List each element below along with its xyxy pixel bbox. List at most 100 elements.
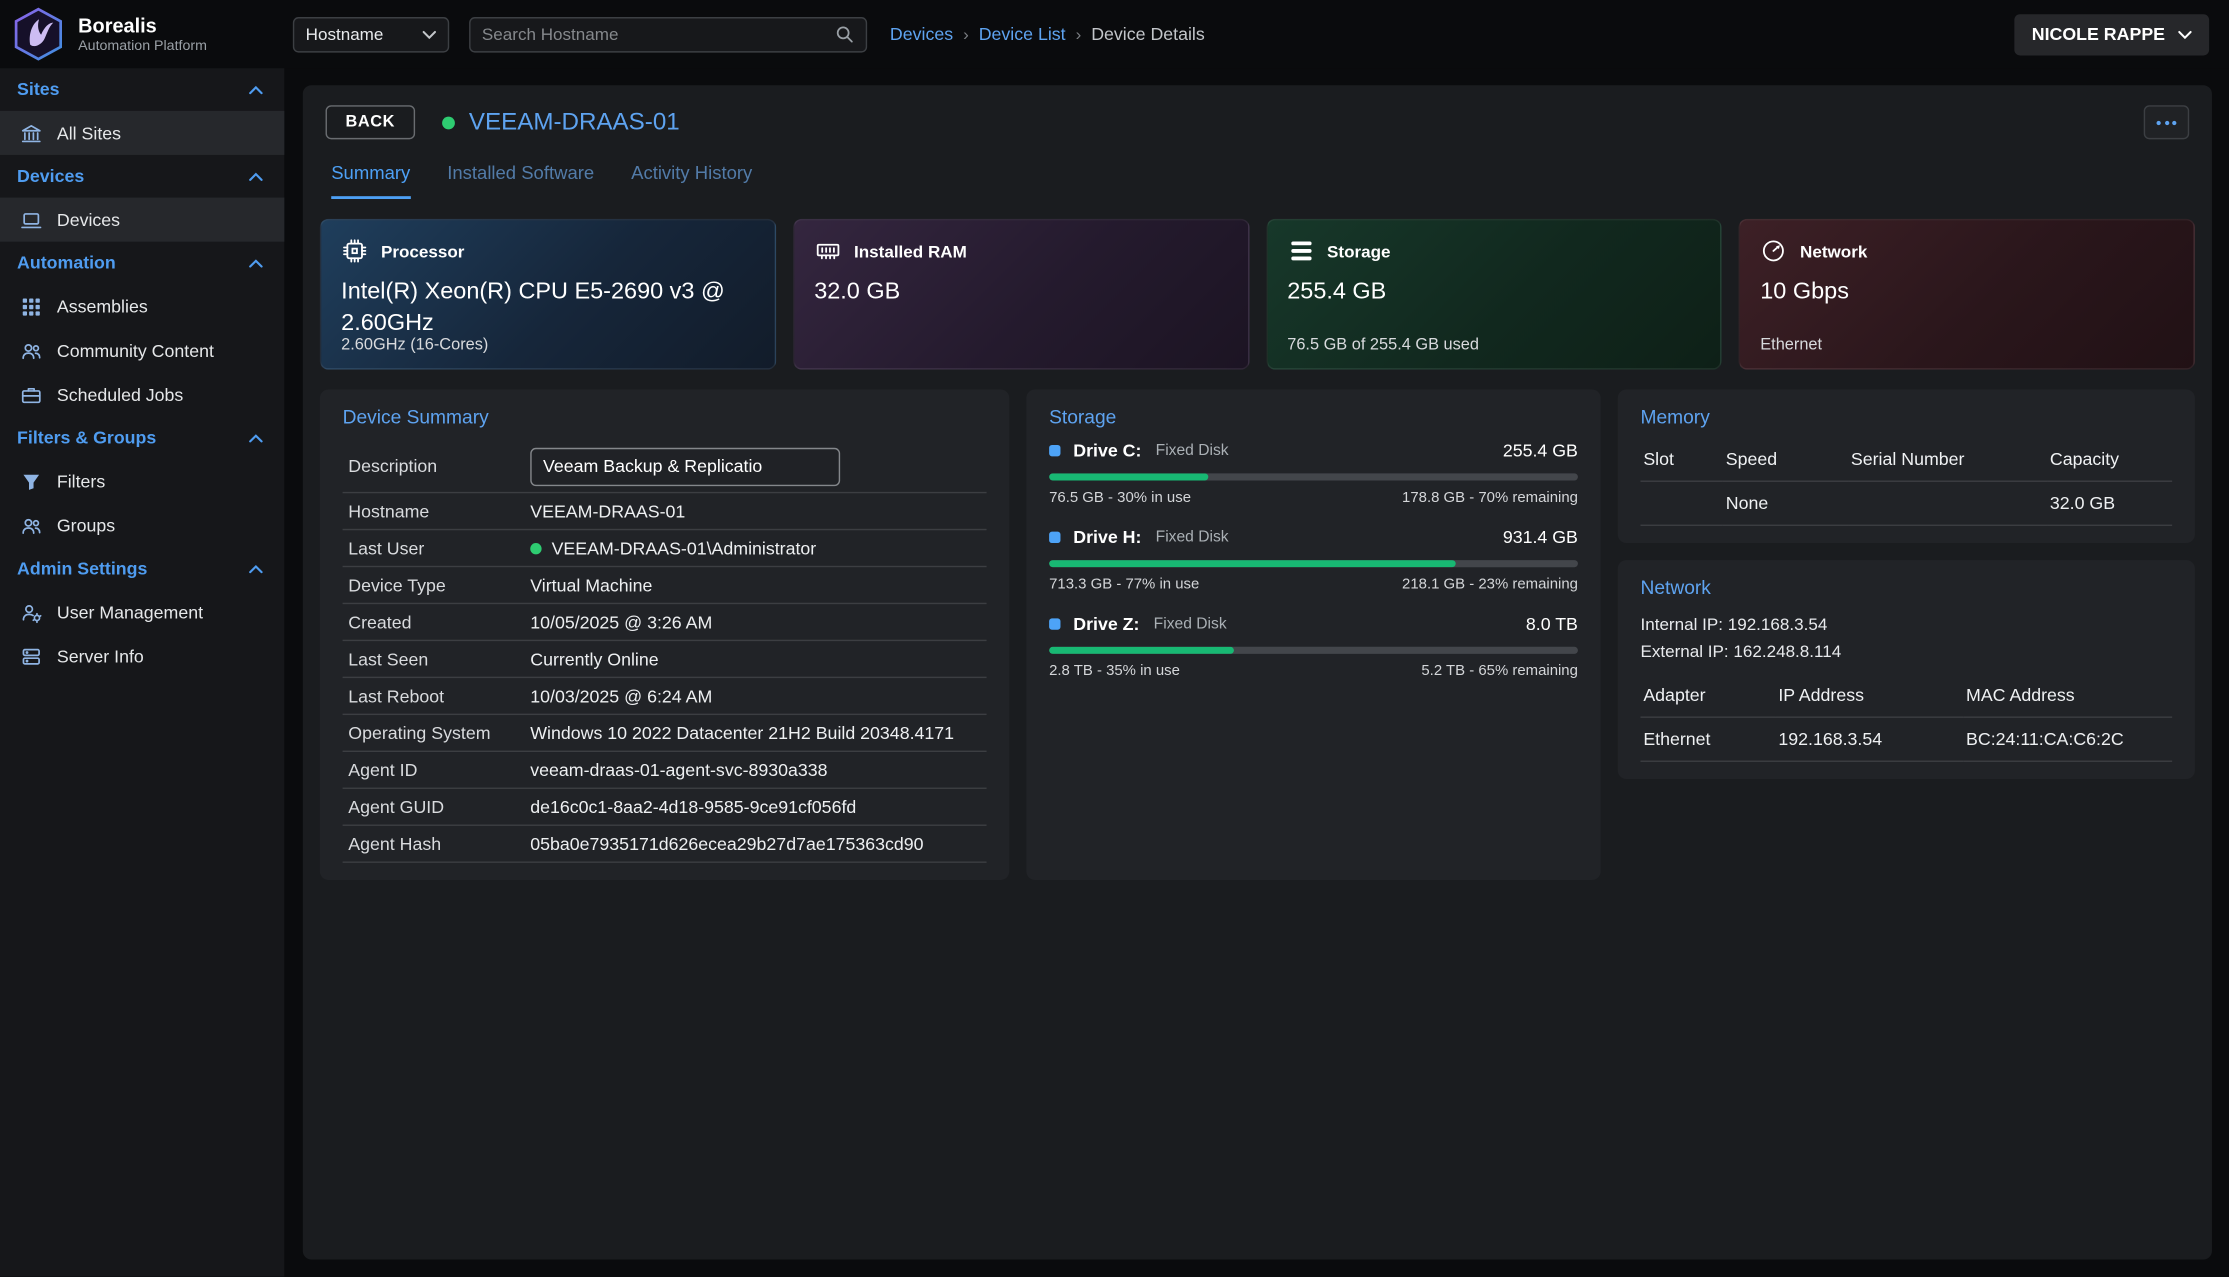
drive-usage-bar [1049,473,1578,480]
sidebar-item-devices[interactable]: Devices [0,198,284,242]
speed-gauge-icon [1760,237,1787,264]
network-cell-adapter: Ethernet [1640,718,1775,762]
row-value: de16c0c1-8aa2-4d18-9585-9ce91cf056fd [530,797,856,817]
row-label: Description [348,456,530,476]
breadcrumb-current: Device Details [1091,24,1205,44]
sidebar-item-server-info[interactable]: Server Info [0,634,284,678]
row-value: Virtual Machine [530,575,652,595]
drive-size: 931.4 GB [1503,527,1578,547]
summary-row-agent-guid: Agent GUID de16c0c1-8aa2-4d18-9585-9ce91… [343,789,987,826]
sidebar-item-label: Community Content [57,340,214,360]
people-icon [20,339,43,362]
sidebar-item-groups[interactable]: Groups [0,503,284,547]
device-summary-panel: Device Summary Description Hostname VEEA… [320,390,1009,880]
network-header-mac: MAC Address [1963,677,2172,718]
section-label: Admin Settings [17,559,147,579]
brand-subtitle: Automation Platform [78,38,207,54]
sidebar-item-label: Groups [57,515,115,535]
tab-summary[interactable]: Summary [331,162,410,199]
card-label: Network [1800,241,1867,261]
row-value: VEEAM-DRAAS-01\Administrator [530,538,816,558]
device-title: VEEAM-DRAAS-01 [469,108,680,136]
summary-row-hostname: Hostname VEEAM-DRAAS-01 [343,493,987,530]
storage-stack-icon [1287,237,1314,264]
breadcrumb-separator: › [963,24,969,44]
user-menu-button[interactable]: NICOLE RAPPE [2015,14,2209,55]
internal-ip: Internal IP: 192.168.3.54 [1640,611,2172,637]
summary-row-description: Description [343,441,987,494]
network-cell-mac: BC:24:11:CA:C6:2C [1963,718,2172,762]
summary-row-created: Created 10/05/2025 @ 3:26 AM [343,604,987,641]
drive-type: Fixed Disk [1154,616,1227,633]
tab-installed-software[interactable]: Installed Software [447,162,594,199]
search-input[interactable] [482,24,835,44]
network-cell-ip: 192.168.3.54 [1776,718,1964,762]
sidebar-item-label: All Sites [57,123,121,143]
funnel-icon [20,470,43,493]
drive-usage-bar [1049,560,1578,567]
row-value: VEEAM-DRAAS-01 [530,501,685,521]
network-adapter-table: Adapter IP Address MAC Address Ethernet … [1640,677,2172,762]
processor-value: Intel(R) Xeon(R) CPU E5-2690 v3 @ 2.60GH… [341,277,742,339]
sidebar-section-filters-groups[interactable]: Filters & Groups [0,417,284,460]
storage-card: Storage 255.4 GB 76.5 GB of 255.4 GB use… [1266,219,1722,370]
network-header-ip: IP Address [1776,677,1964,718]
chevron-up-icon [249,433,263,443]
drive-remaining-text: 178.8 GB - 70% remaining [1402,489,1578,506]
summary-row-os: Operating System Windows 10 2022 Datacen… [343,715,987,752]
chevron-up-icon [249,171,263,181]
sidebar-item-label: Devices [57,210,120,230]
sidebar-section-automation[interactable]: Automation [0,242,284,285]
memory-table: Slot Speed Serial Number Capacity None 3… [1640,441,2172,526]
row-label: Last Seen [348,649,530,669]
sidebar-item-label: User Management [57,602,203,622]
panel-title: Network [1640,577,2172,598]
sidebar-item-filters[interactable]: Filters [0,459,284,503]
sidebar-section-devices[interactable]: Devices [0,155,284,198]
user-name: NICOLE RAPPE [2032,24,2165,44]
drive-icon [1049,618,1060,629]
sidebar-item-label: Scheduled Jobs [57,385,183,405]
drive-size: 255.4 GB [1503,441,1578,461]
chevron-down-icon [2178,29,2192,39]
summary-row-agent-id: Agent ID veeam-draas-01-agent-svc-8930a3… [343,752,987,789]
memory-panel: Memory Slot Speed Serial Number Capacity… [1618,390,2195,544]
breadcrumb-device-list[interactable]: Device List [979,24,1066,44]
borealis-logo-icon [11,7,65,61]
processor-footer: 2.60GHz (16-Cores) [341,337,488,354]
section-label: Devices [17,166,84,186]
drive-usage-bar-fill [1049,560,1456,567]
sidebar-item-label: Filters [57,471,105,491]
storage-panel: Storage Drive C: Fixed Disk 255.4 GB 76.… [1026,390,1600,880]
hostname-filter-select[interactable]: Hostname [293,16,449,52]
back-button[interactable]: BACK [326,105,415,139]
more-options-button[interactable] [2144,105,2189,139]
sidebar-item-assemblies[interactable]: Assemblies [0,284,284,328]
sidebar-item-user-management[interactable]: User Management [0,590,284,634]
card-label: Storage [1327,241,1391,261]
sidebar-section-sites[interactable]: Sites [0,68,284,111]
drive-name: Drive H: [1073,527,1141,547]
tab-activity-history[interactable]: Activity History [631,162,752,199]
card-label: Processor [381,241,464,261]
description-input[interactable] [530,447,840,485]
sidebar-item-all-sites[interactable]: All Sites [0,111,284,155]
row-label: Agent ID [348,760,530,780]
drive-usage-bar [1049,647,1578,654]
drive-row-z: Drive Z: Fixed Disk 8.0 TB 2.8 TB - 35% … [1049,614,1578,679]
memory-chip-icon [814,237,841,264]
storage-value: 255.4 GB [1287,277,1688,308]
section-label: Filters & Groups [17,428,156,448]
device-tabs: Summary Installed Software Activity Hist… [320,162,2195,199]
breadcrumb-devices[interactable]: Devices [890,24,953,44]
sidebar-item-scheduled-jobs[interactable]: Scheduled Jobs [0,372,284,416]
chevron-down-icon [422,29,436,39]
chevron-up-icon [249,564,263,574]
sidebar-section-admin-settings[interactable]: Admin Settings [0,547,284,590]
sidebar-item-community-content[interactable]: Community Content [0,328,284,372]
memory-header-serial: Serial Number [1848,441,2047,482]
brand-logo-block: Borealis Automation Platform [0,7,284,61]
breadcrumb: Devices › Device List › Device Details [890,24,1205,44]
search-icon [834,24,854,44]
drive-icon [1049,445,1060,456]
